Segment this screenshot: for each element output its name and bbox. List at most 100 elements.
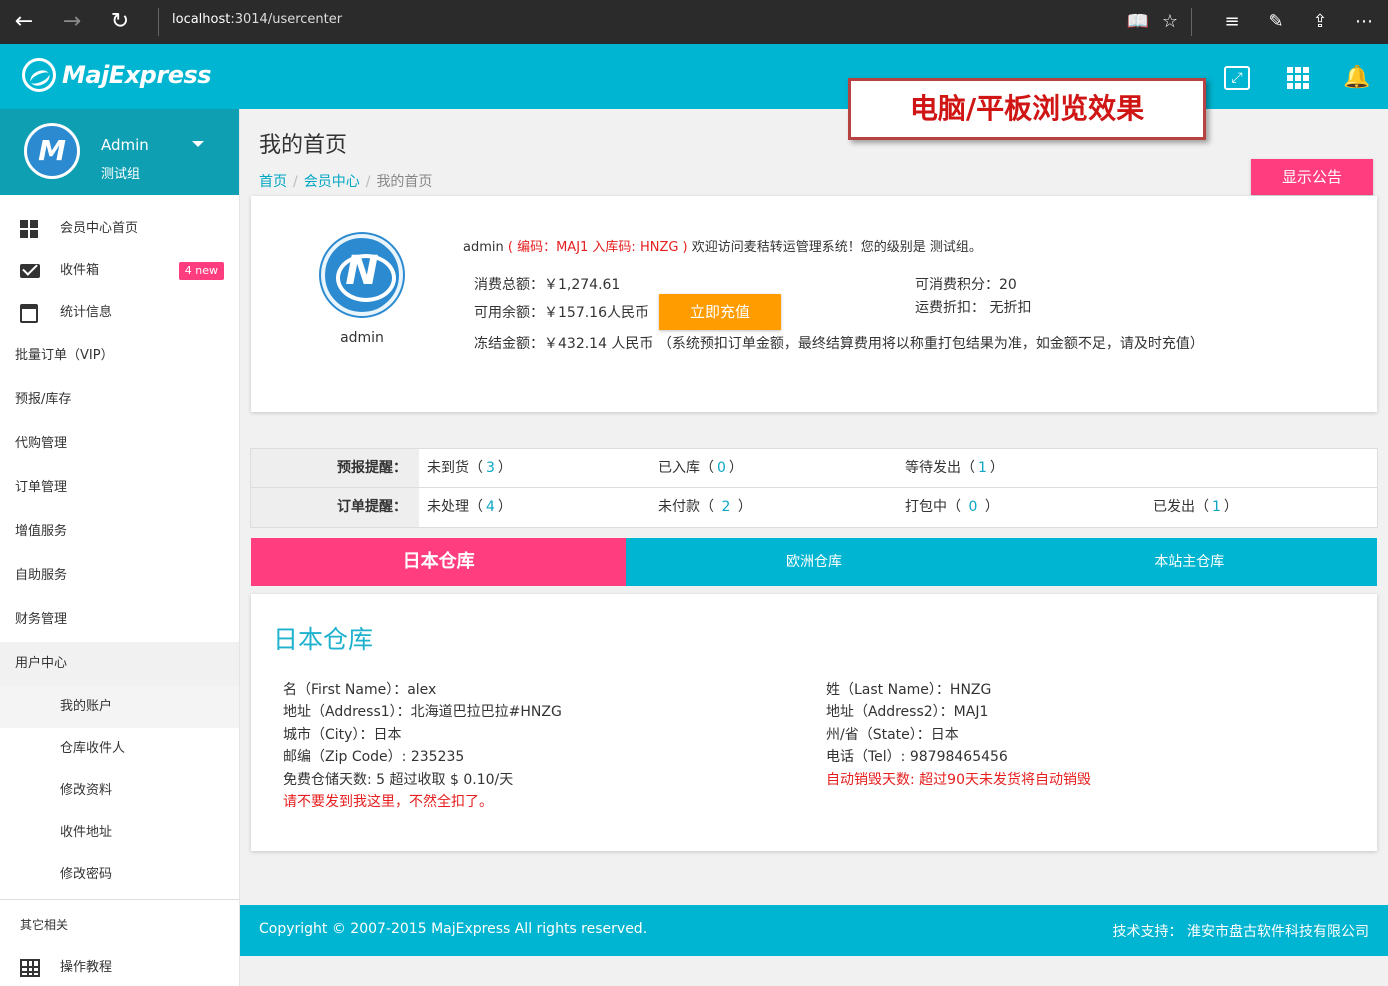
sidebar-item-orders[interactable]: 订单管理 xyxy=(0,466,239,510)
show-notice-button[interactable]: 显示公告 xyxy=(1251,159,1373,195)
toolbar-divider xyxy=(158,8,159,36)
url-path: :3014/usercenter xyxy=(230,12,343,27)
logo-mark-icon xyxy=(22,58,56,92)
welcome-codes: ( 编码：MAJ1 入库码: HNZG ) xyxy=(507,240,688,255)
sidebar-item-inbox[interactable]: 收件箱 4 new xyxy=(0,250,239,292)
free-storage-days: 免费仓储天数: 5 超过收取 $ 0.10/天 xyxy=(283,772,514,788)
city: 城市（City）：日本 xyxy=(283,727,402,743)
reminder-table: 预报提醒： 未到货（ 3） 已入库（ 0） 等待发出（ 1） 订单提醒： 未处理（ 4）… xyxy=(250,448,1378,528)
sidebar-subitem-my-account[interactable]: 我的账户 xyxy=(0,686,239,728)
sidebar-item-label: 操作教程 xyxy=(60,960,113,975)
menu-divider xyxy=(0,899,239,900)
sidebar-item-purchasing[interactable]: 代购管理 xyxy=(0,422,239,466)
total-spent: 消费总额：￥1,274.61 xyxy=(474,277,621,293)
breadcrumb-home[interactable]: 首页 xyxy=(259,174,287,190)
sidebar-profile[interactable]: Admin 测试组 xyxy=(0,109,239,195)
copyright: Copyright © 2007-2015 MajExpress All rig… xyxy=(259,921,648,937)
telephone: 电话（Tel）: 98798465456 xyxy=(826,749,1008,765)
sidebar-item-label: 收件箱 xyxy=(60,263,100,278)
address2: 地址（Address2）：MAJ1 xyxy=(826,704,989,720)
order-packing[interactable]: 打包中（ 0 ） xyxy=(897,488,1145,527)
tab-main-warehouse[interactable]: 本站主仓库 xyxy=(1002,538,1377,586)
profile-group: 测试组 xyxy=(101,167,141,182)
sidebar-section-other: 其它相关 xyxy=(20,918,69,932)
sidebar-item-bulk-orders[interactable]: 批量订单（VIP） xyxy=(0,334,239,378)
address-bar[interactable]: localhost:3014/usercenter xyxy=(172,12,342,27)
avatar-caption: admin xyxy=(340,330,384,346)
share-icon[interactable]: ⇪ xyxy=(1307,9,1333,35)
avatar xyxy=(321,234,403,316)
recharge-button[interactable]: 立即充值 xyxy=(659,294,781,330)
breadcrumb: 首页 / 会员中心 / 我的首页 xyxy=(259,171,432,191)
welcome-message: admin ( 编码：MAJ1 入库码: HNZG ) 欢迎访问麦秸转运管理系统… xyxy=(463,236,982,255)
breadcrumb-separator: / xyxy=(293,174,298,190)
apps-grid-icon[interactable] xyxy=(1287,67,1309,89)
forecast-not-arrived[interactable]: 未到货（ 3） xyxy=(419,449,650,487)
sidebar-item-user-center[interactable]: 用户中心 xyxy=(0,642,239,686)
auto-destroy-days: 自动销毁天数: 超过90天未发货将自动销毁 xyxy=(826,772,1091,788)
order-shipped[interactable]: 已发出（ 1） xyxy=(1145,488,1365,527)
order-reminder-head: 订单提醒： xyxy=(251,488,419,527)
frozen-amount: 冻结金额：￥432.14 人民币 （系统预扣订单金额，最终结算费用将以称重打包结… xyxy=(474,336,1204,352)
new-messages-badge: 4 new xyxy=(178,262,224,280)
breadcrumb-current: 我的首页 xyxy=(376,174,433,190)
caret-down-icon[interactable] xyxy=(192,141,204,147)
tech-support: 技术支持： 淮安市盘古软件科技有限公司 xyxy=(1112,924,1369,940)
reading-view-icon[interactable]: 📖 xyxy=(1125,9,1151,35)
warning-text: 请不要发到我这里，不然全扣了。 xyxy=(283,794,493,810)
sidebar-item-forecast[interactable]: 预报/库存 xyxy=(0,378,239,422)
hub-icon[interactable]: ≡ xyxy=(1219,9,1245,35)
tab-japan-warehouse[interactable]: 日本仓库 xyxy=(251,538,627,586)
sidebar-item-home[interactable]: 会员中心首页 xyxy=(0,208,239,250)
warehouse-tabs: 日本仓库 欧洲仓库 本站主仓库 xyxy=(251,538,1377,586)
sidebar-subitem-warehouse-recipient[interactable]: 仓库收件人 xyxy=(0,728,239,770)
forecast-in-stock[interactable]: 已入库（ 0） xyxy=(650,449,897,487)
sidebar-menu: 会员中心首页 收件箱 4 new 统计信息 批量订单（VIP） 预报/库存 代购… xyxy=(0,208,239,986)
profile-name: Admin xyxy=(101,136,149,154)
sidebar-item-stats[interactable]: 统计信息 xyxy=(0,292,239,334)
toolbar-divider xyxy=(1191,8,1192,36)
warehouse-title: 日本仓库 xyxy=(273,625,374,654)
table-row: 预报提醒： 未到货（ 3） 已入库（ 0） 等待发出（ 1） xyxy=(251,449,1377,488)
welcome-name: admin xyxy=(463,240,504,255)
fullscreen-icon[interactable] xyxy=(1224,66,1250,90)
sidebar-item-label: 统计信息 xyxy=(60,305,113,320)
page-title: 我的首页 xyxy=(259,133,348,158)
sidebar-subitem-change-password[interactable]: 修改密码 xyxy=(0,854,239,896)
url-host: localhost xyxy=(172,12,231,27)
sidebar-subitem-addresses[interactable]: 收件地址 xyxy=(0,812,239,854)
footer: Copyright © 2007-2015 MajExpress All rig… xyxy=(240,905,1388,956)
welcome-text: 欢迎访问麦秸转运管理系统！您的级别是 测试组。 xyxy=(691,240,982,255)
sidebar-item-self-service[interactable]: 自助服务 xyxy=(0,554,239,598)
notification-bell-icon[interactable]: 🔔 xyxy=(1343,64,1371,92)
zip-code: 邮编（Zip Code）: 235235 xyxy=(283,749,465,765)
logo-text: MajExpress xyxy=(62,61,212,89)
sidebar-subitem-edit-profile[interactable]: 修改资料 xyxy=(0,770,239,812)
logo[interactable]: MajExpress xyxy=(22,58,212,92)
available-balance: 可用余额：￥157.16人民币 xyxy=(474,305,649,321)
back-icon[interactable]: ← xyxy=(10,8,38,36)
web-note-icon[interactable]: ✎ xyxy=(1263,9,1289,35)
more-icon[interactable]: ⋯ xyxy=(1351,9,1377,35)
user-summary-card: admin admin ( 编码：MAJ1 入库码: HNZG ) 欢迎访问麦秸… xyxy=(251,196,1377,412)
sidebar-item-value-added[interactable]: 增值服务 xyxy=(0,510,239,554)
refresh-icon[interactable]: ↻ xyxy=(106,8,134,36)
order-unpaid[interactable]: 未付款（ 2 ） xyxy=(650,488,897,527)
address1: 地址（Address1）：北海道巴拉巴拉#HNZG xyxy=(283,704,562,720)
browser-toolbar: ← → ↻ localhost:3014/usercenter 📖 ☆ ≡ ✎ … xyxy=(0,0,1388,44)
favorite-star-icon[interactable]: ☆ xyxy=(1157,9,1183,35)
breadcrumb-member-center[interactable]: 会员中心 xyxy=(304,174,360,190)
sidebar-item-finance[interactable]: 财务管理 xyxy=(0,598,239,642)
tab-europe-warehouse[interactable]: 欧洲仓库 xyxy=(626,538,1001,586)
table-icon xyxy=(20,959,40,977)
forecast-awaiting-dispatch[interactable]: 等待发出（ 1） xyxy=(897,449,1144,487)
main-content: 我的首页 首页 / 会员中心 / 我的首页 显示公告 admin admin ( 编码：… xyxy=(240,109,1388,986)
sidebar-item-tutorial[interactable]: 操作教程 xyxy=(0,947,239,986)
first-name: 名（First Name）：alex xyxy=(283,682,437,698)
forecast-reminder-head: 预报提醒： xyxy=(251,449,419,487)
order-unprocessed[interactable]: 未处理（ 4） xyxy=(419,488,650,527)
warehouse-address-card: 日本仓库 名（First Name）：alex 地址（Address1）：北海道… xyxy=(251,594,1377,851)
breadcrumb-separator: / xyxy=(365,174,371,190)
forward-icon[interactable]: → xyxy=(58,8,86,36)
shipping-discount: 运费折扣： 无折扣 xyxy=(915,300,1032,316)
